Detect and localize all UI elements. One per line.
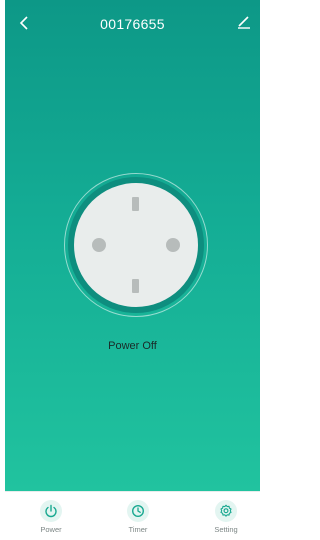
- tab-power-label: Power: [40, 525, 62, 534]
- power-icon: [40, 500, 62, 522]
- socket-pin-right: [166, 238, 180, 252]
- power-status-text: Power Off: [108, 340, 157, 352]
- main-panel: 00176655 Power Off: [5, 0, 260, 491]
- socket-slot-top: [132, 197, 139, 211]
- tab-setting-label: Setting: [214, 525, 238, 534]
- edit-button[interactable]: [234, 14, 254, 34]
- header: 00176655: [5, 0, 260, 50]
- app-screen: 00176655 Power Off Power Timer Setting: [5, 0, 260, 540]
- bottom-tab-bar: Power Timer Setting: [5, 491, 260, 540]
- clock-icon: [127, 500, 149, 522]
- socket-face: [74, 183, 198, 307]
- device-title: 00176655: [100, 16, 165, 32]
- pencil-icon: [237, 15, 251, 34]
- socket-slot-bottom: [132, 279, 139, 293]
- socket-ring: [68, 177, 204, 313]
- socket-pin-left: [92, 238, 106, 252]
- tab-timer-label: Timer: [128, 525, 148, 534]
- gear-icon: [215, 500, 237, 522]
- tab-timer[interactable]: Timer: [108, 498, 168, 538]
- tab-power[interactable]: Power: [21, 498, 81, 538]
- power-toggle-button[interactable]: [64, 173, 208, 317]
- tab-setting[interactable]: Setting: [196, 498, 256, 538]
